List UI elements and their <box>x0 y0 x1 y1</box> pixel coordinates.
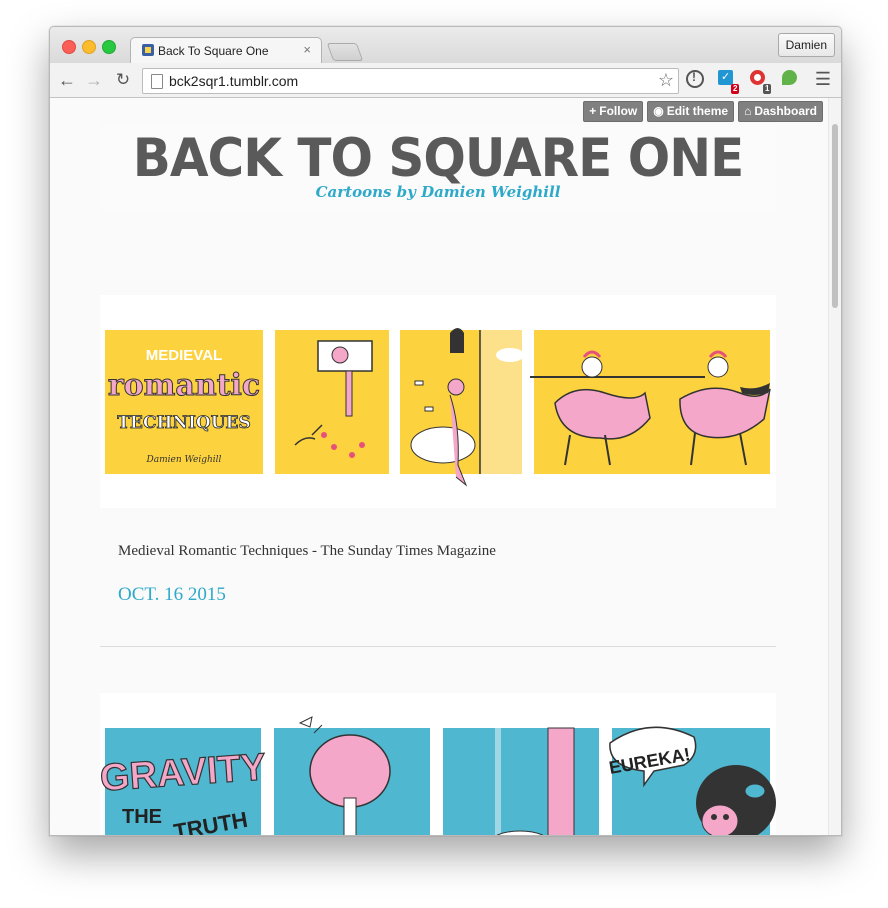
dashboard-button[interactable]: ⌂ Dashboard <box>738 101 823 122</box>
todo-badge: 2 <box>731 84 740 94</box>
todo-icon[interactable] <box>718 70 733 85</box>
hamburger-menu-icon[interactable]: ☰ <box>815 69 831 90</box>
bookmark-star-icon[interactable]: ☆ <box>658 70 674 91</box>
post-date-link[interactable]: OCT. 16 2015 <box>118 584 226 606</box>
browser-toolbar: ← → ↻ bck2sqr1.tumblr.com ☆ 2 1 ☰ <box>50 63 841 98</box>
panel-text-techniques: TECHNIQUES <box>117 413 251 433</box>
adblock-badge: 1 <box>763 84 772 94</box>
scrollbar-thumb[interactable] <box>832 124 838 308</box>
tab-strip: Back To Square One × Damien <box>50 27 841 64</box>
blog-title: BACK TO SQUARE ONE <box>132 127 745 189</box>
tab-close-icon[interactable]: × <box>303 42 311 57</box>
tab-title: Back To Square One <box>158 44 269 58</box>
follow-label: Follow <box>599 104 638 118</box>
page-scrollbar[interactable] <box>828 98 841 835</box>
forward-icon[interactable]: → <box>83 69 105 91</box>
dashboard-label: Dashboard <box>754 104 817 118</box>
minimize-window-button[interactable] <box>82 40 96 54</box>
eye-icon: ◉ <box>653 104 664 118</box>
home-icon: ⌂ <box>744 104 752 118</box>
panel-text-the: THE <box>122 806 162 828</box>
tumblr-controls: + Follow ◉ Edit theme ⌂ Dashboard <box>583 101 823 122</box>
post-image-gravity[interactable]: GRAVITY THE TRUTH EUREKA! <box>100 693 776 835</box>
panel-text-medieval: MEDIEVAL <box>146 347 222 364</box>
evernote-icon[interactable] <box>782 70 797 85</box>
browser-window: Back To Square One × Damien ← → ↻ bck2sq… <box>49 26 842 836</box>
zoom-window-button[interactable] <box>102 40 116 54</box>
blog-header[interactable]: BACK TO SQUARE ONE Cartoons by Damien We… <box>100 125 776 211</box>
adblock-icon[interactable] <box>750 70 765 85</box>
tumblr-favicon-icon <box>142 44 154 56</box>
panel-apple-fall <box>443 728 599 835</box>
reload-icon[interactable]: ↻ <box>112 69 134 91</box>
follow-button[interactable]: + Follow <box>583 101 644 122</box>
tab-active[interactable]: Back To Square One × <box>130 37 322 64</box>
post-image-medieval[interactable]: MEDIEVAL romantic TECHNIQUES Damien Weig… <box>100 295 776 508</box>
page-icon <box>151 74 163 89</box>
plus-icon: + <box>589 104 597 118</box>
panel-text-romantic: romantic <box>108 368 260 403</box>
gravity-comic-illustration: GRAVITY THE TRUTH EUREKA! <box>100 716 776 835</box>
post-divider <box>100 646 776 647</box>
edit-theme-button[interactable]: ◉ Edit theme <box>647 101 735 122</box>
url-text[interactable]: bck2sqr1.tumblr.com <box>169 73 298 89</box>
new-tab-button[interactable] <box>326 43 364 61</box>
post-caption: Medieval Romantic Techniques - The Sunda… <box>118 543 496 559</box>
medieval-comic-illustration: MEDIEVAL romantic TECHNIQUES Damien Weig… <box>105 328 771 487</box>
close-window-button[interactable] <box>62 40 76 54</box>
back-icon[interactable]: ← <box>56 69 78 91</box>
panel-text-author: Damien Weighill <box>146 455 222 465</box>
onepassword-icon[interactable] <box>686 70 704 88</box>
edit-theme-label: Edit theme <box>666 104 729 118</box>
address-bar[interactable]: bck2sqr1.tumblr.com ☆ <box>142 68 679 94</box>
blog-subtitle: Cartoons by Damien Weighill <box>315 183 561 201</box>
profile-button[interactable]: Damien <box>777 33 835 57</box>
page-content: + Follow ◉ Edit theme ⌂ Dashboard BACK TO S… <box>50 98 841 835</box>
